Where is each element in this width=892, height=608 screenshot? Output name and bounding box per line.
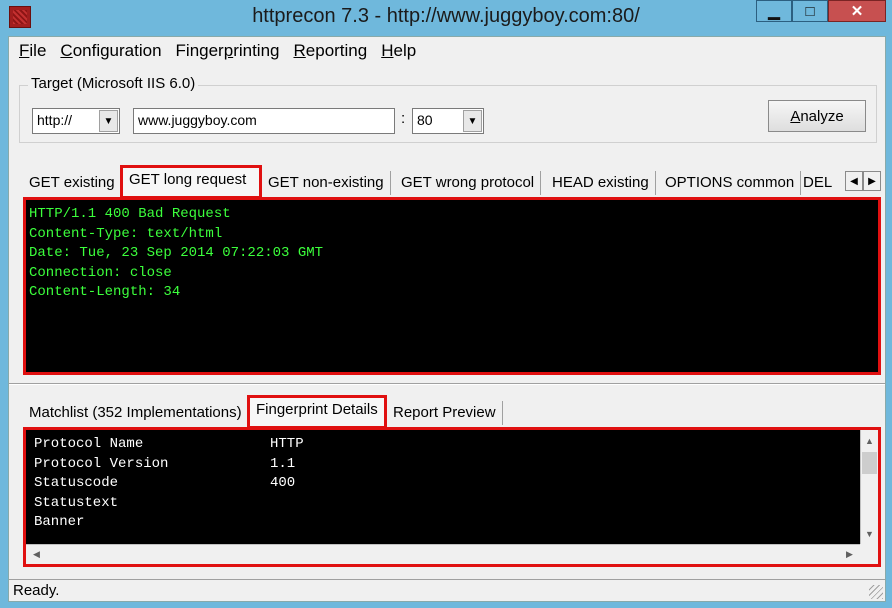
- detail-row: Statustext: [34, 494, 304, 514]
- vertical-scrollbar[interactable]: ▲ ▼: [860, 430, 878, 544]
- arrow-right-icon[interactable]: ▶: [863, 171, 881, 191]
- scroll-up-icon[interactable]: ▲: [861, 432, 878, 449]
- minimize-button[interactable]: ▁: [756, 0, 792, 22]
- detail-key: Banner: [34, 514, 85, 530]
- target-legend: Target (Microsoft IIS 6.0): [28, 75, 199, 92]
- response-line: HTTP/1.1 400 Bad Request: [29, 206, 231, 222]
- resize-grip-icon[interactable]: [869, 585, 883, 599]
- fingerprint-details-panel[interactable]: Protocol Name HTTP Protocol Version 1.1 St…: [23, 427, 881, 567]
- chevron-down-icon[interactable]: ▼: [463, 110, 482, 132]
- response-line: Date: Tue, 23 Sep 2014 07:22:03 GMT: [29, 245, 324, 261]
- detail-key: Statustext: [34, 494, 119, 511]
- port-separator: :: [401, 110, 406, 127]
- arrow-left-icon[interactable]: ◀: [845, 171, 863, 191]
- host-input[interactable]: www.juggyboy.com: [133, 108, 395, 134]
- menu-bar: File Configuration Fingerprinting Report…: [9, 37, 885, 65]
- app-window: httprecon 7.3 - http://www.juggyboy.com:…: [0, 0, 892, 608]
- title-bar[interactable]: httprecon 7.3 - http://www.juggyboy.com:…: [0, 0, 892, 36]
- scroll-corner: [860, 544, 878, 564]
- scroll-down-icon[interactable]: ▼: [861, 525, 878, 542]
- response-line: Content-Length: 34: [29, 284, 181, 300]
- detail-key: Statuscode: [34, 475, 119, 491]
- result-tabs: Matchlist (352 Implementations) Fingerpr…: [23, 395, 523, 429]
- menu-file[interactable]: File: [13, 41, 54, 61]
- detail-key: Protocol Name: [34, 436, 144, 452]
- menu-fingerprinting[interactable]: Fingerprinting: [170, 41, 288, 61]
- analyze-button[interactable]: Analyze: [768, 100, 866, 132]
- detail-value: 400: [270, 475, 296, 491]
- splitter[interactable]: [9, 383, 885, 385]
- menu-configuration[interactable]: Configuration: [54, 41, 169, 61]
- detail-key: Protocol Version: [34, 455, 169, 472]
- tab-fingerprint-details[interactable]: Fingerprint Details: [247, 395, 387, 429]
- details-list: Protocol Name HTTP Protocol Version 1.1 St…: [34, 435, 304, 533]
- tab-report-preview[interactable]: Report Preview: [387, 401, 503, 425]
- port-value: 80: [417, 112, 433, 128]
- request-tabs: GET existing GET long request GET non-ex…: [23, 165, 885, 199]
- response-line: Connection: close: [29, 264, 172, 281]
- status-bar: Ready.: [9, 579, 885, 601]
- maximize-button[interactable]: □: [792, 0, 828, 22]
- scroll-right-icon[interactable]: ▶: [841, 546, 858, 563]
- status-text: Ready.: [13, 582, 60, 599]
- tab-options-common[interactable]: OPTIONS common: [659, 171, 802, 195]
- horizontal-scrollbar[interactable]: ◀ ▶: [26, 544, 860, 564]
- detail-row: Banner: [34, 513, 304, 533]
- scroll-left-icon[interactable]: ◀: [28, 546, 45, 563]
- menu-help[interactable]: Help: [375, 41, 424, 61]
- close-button[interactable]: ✕: [828, 0, 886, 22]
- menu-reporting[interactable]: Reporting: [288, 41, 376, 61]
- port-select[interactable]: 80 ▼: [412, 108, 484, 134]
- response-panel[interactable]: HTTP/1.1 400 Bad Request Content-Type: t…: [23, 197, 881, 375]
- protocol-select[interactable]: http:// ▼: [32, 108, 120, 134]
- chevron-down-icon[interactable]: ▼: [99, 110, 118, 132]
- detail-row: Statuscode 400: [34, 474, 304, 494]
- client-area: File Configuration Fingerprinting Report…: [8, 36, 886, 602]
- window-controls: ▁ □ ✕: [756, 0, 886, 28]
- tab-get-wrong-protocol[interactable]: GET wrong protocol: [395, 171, 542, 195]
- tab-get-non-existing[interactable]: GET non-existing: [262, 171, 391, 195]
- protocol-value: http://: [37, 112, 73, 128]
- detail-row: Protocol Version 1.1: [34, 455, 304, 475]
- tab-head-existing[interactable]: HEAD existing: [546, 171, 656, 195]
- tab-get-existing[interactable]: GET existing: [23, 171, 122, 195]
- response-line: Content-Type: text/html: [29, 225, 223, 242]
- detail-value: HTTP: [270, 436, 304, 452]
- scroll-thumb[interactable]: [862, 452, 877, 474]
- detail-row: Protocol Name HTTP: [34, 435, 304, 455]
- detail-value: 1.1: [270, 455, 296, 472]
- target-group: Target (Microsoft IIS 6.0) http:// ▼ www…: [19, 75, 877, 143]
- tab-get-long-request[interactable]: GET long request: [120, 165, 262, 199]
- tab-matchlist[interactable]: Matchlist (352 Implementations): [23, 401, 249, 425]
- tab-del[interactable]: DEL: [797, 171, 838, 195]
- tab-scroll: ◀ ▶: [845, 171, 881, 191]
